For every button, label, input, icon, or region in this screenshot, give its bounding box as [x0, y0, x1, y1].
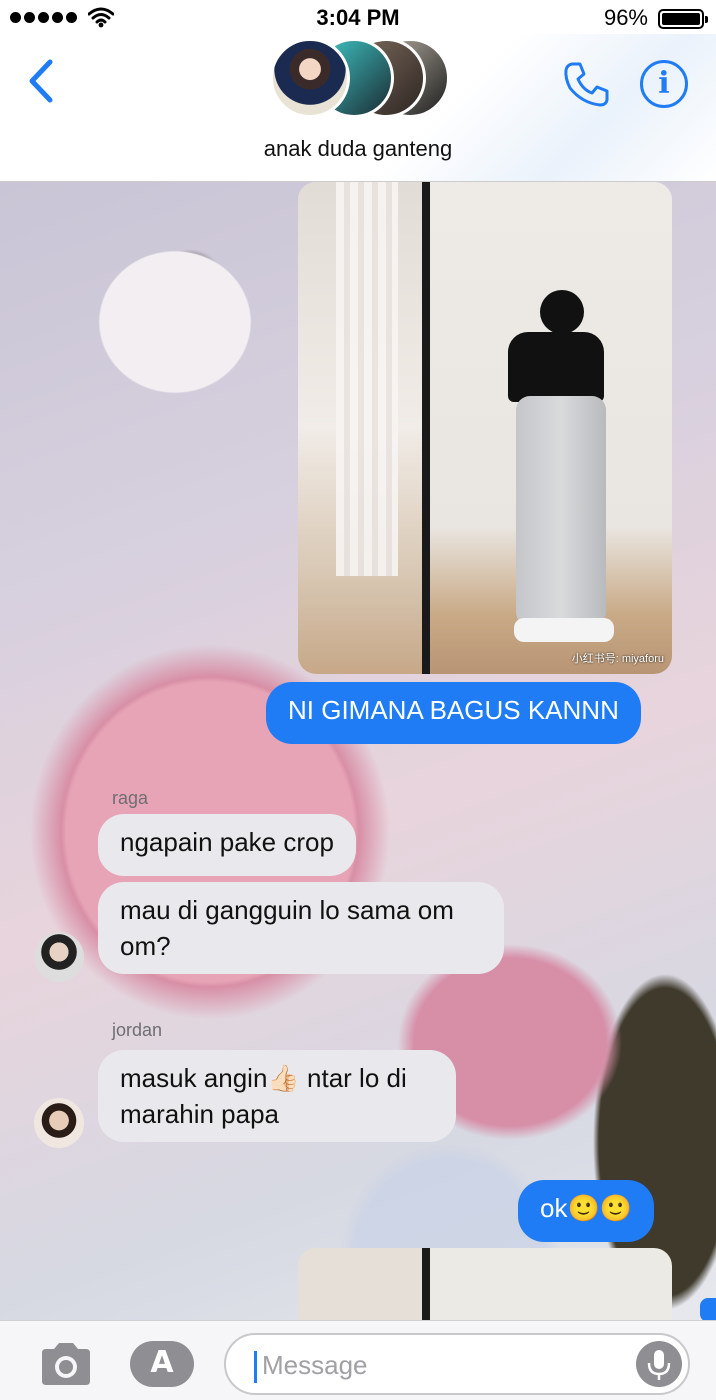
phone-icon[interactable]: [562, 60, 610, 108]
sender-name: raga: [112, 788, 149, 808]
app-store-icon[interactable]: A: [130, 1341, 194, 1387]
sent-message-bubble[interactable]: ok🙂🙂: [518, 1180, 655, 1242]
status-bar: 3:04 PM 96%: [0, 0, 716, 34]
conversation-header: anak duda ganteng i: [0, 34, 716, 182]
info-icon[interactable]: i: [640, 60, 688, 108]
photo-watermark: 小红书号: miyaforu: [571, 653, 664, 665]
message-input-field[interactable]: [224, 1333, 690, 1395]
avatar: [270, 38, 350, 118]
shared-photo[interactable]: 小红书号: miyaforu: [298, 182, 672, 674]
compose-bar: A: [0, 1320, 716, 1400]
message-input[interactable]: [262, 1345, 632, 1385]
shared-photo-partial[interactable]: [298, 1248, 672, 1320]
received-message-bubble[interactable]: mau di gangguin lo sama om om?: [98, 882, 504, 974]
battery-icon: [658, 9, 708, 29]
sent-message-bubble[interactable]: NI GIMANA BAGUS KANNN: [266, 682, 641, 744]
photo-panel-left: [298, 182, 422, 674]
message-thread[interactable]: 小红书号: miyaforu NI GIMANA BAGUS KANNN rag…: [0, 182, 716, 1320]
photo-panel-right: [430, 182, 672, 674]
microphone-icon[interactable]: [636, 1341, 682, 1387]
group-name[interactable]: anak duda ganteng: [0, 136, 716, 162]
camera-icon[interactable]: [38, 1341, 94, 1387]
sender-avatar[interactable]: [34, 1098, 84, 1148]
group-avatars[interactable]: [270, 38, 450, 118]
back-chevron-icon[interactable]: [24, 58, 60, 104]
received-message-bubble[interactable]: masuk angin👍🏻 ntar lo di marahin papa: [98, 1050, 456, 1142]
received-message-bubble[interactable]: ngapain pake crop: [98, 814, 356, 876]
battery-percentage: 96%: [603, 5, 648, 30]
sender-name: jordan: [112, 1020, 163, 1040]
sender-avatar[interactable]: [34, 932, 84, 982]
